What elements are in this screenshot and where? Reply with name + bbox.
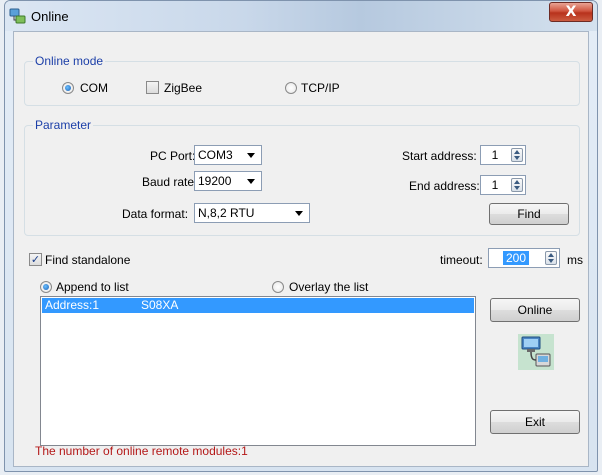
- list-item-address: Address:1: [45, 298, 100, 312]
- find-button[interactable]: Find: [489, 203, 569, 225]
- com-radio-label: COM: [80, 81, 108, 95]
- timeout-spinner[interactable]: 200: [488, 248, 560, 268]
- data-format-value: N,8,2 RTU: [198, 206, 255, 220]
- baud-rate-label: Baud rate:: [142, 175, 198, 189]
- dialog-body: Online mode COM ZigBee TCP/IP Parameter …: [13, 31, 589, 467]
- baud-rate-value: 19200: [198, 174, 232, 188]
- window-title: Online: [31, 9, 69, 24]
- tcpip-radio-label: TCP/IP: [301, 81, 340, 95]
- title-bar[interactable]: Online X: [5, 1, 597, 31]
- append-to-list-label: Append to list: [56, 280, 129, 294]
- pc-port-value: COM3: [198, 148, 233, 162]
- spin-arrows-icon[interactable]: [511, 178, 523, 192]
- chevron-down-icon: [295, 211, 303, 216]
- exit-button[interactable]: Exit: [490, 410, 580, 434]
- close-button[interactable]: X: [549, 2, 593, 22]
- data-format-label: Data format:: [122, 207, 189, 221]
- data-format-select[interactable]: N,8,2 RTU: [194, 203, 310, 223]
- timeout-value: 200: [502, 251, 530, 265]
- tcpip-radio[interactable]: [285, 82, 297, 94]
- find-standalone-label: Find standalone: [45, 253, 131, 267]
- start-address-spinner[interactable]: 1: [480, 145, 526, 165]
- append-to-list-radio[interactable]: [40, 281, 52, 293]
- overlay-list-radio[interactable]: [272, 281, 284, 293]
- pc-port-label: PC Port:: [150, 149, 196, 163]
- spin-arrows-icon[interactable]: [545, 251, 557, 265]
- timeout-unit: ms: [567, 253, 583, 267]
- zigbee-checkbox-label: ZigBee: [164, 81, 203, 95]
- chevron-down-icon: [247, 153, 255, 158]
- end-address-value: 1: [491, 178, 499, 192]
- online-button[interactable]: Online: [490, 298, 580, 322]
- zigbee-checkbox[interactable]: [146, 81, 159, 94]
- list-item[interactable]: Address:1 S08XA: [42, 298, 474, 313]
- pc-port-select[interactable]: COM3: [194, 145, 262, 165]
- end-address-spinner[interactable]: 1: [480, 175, 526, 195]
- module-list[interactable]: Address:1 S08XA: [40, 296, 476, 446]
- find-standalone-checkbox[interactable]: ✓: [29, 253, 42, 266]
- list-item-model: S08XA: [141, 298, 179, 312]
- online-mode-group: Online mode: [24, 54, 580, 106]
- baud-rate-select[interactable]: 19200: [194, 171, 262, 191]
- chevron-down-icon: [247, 179, 255, 184]
- online-dialog: Online X Online mode COM ZigBee TCP/IP P…: [4, 0, 598, 472]
- parameter-legend: Parameter: [35, 118, 92, 132]
- network-computers-icon: [518, 334, 554, 370]
- overlay-list-label: Overlay the list: [289, 280, 369, 294]
- spin-arrows-icon[interactable]: [511, 148, 523, 162]
- start-address-value: 1: [491, 148, 499, 162]
- timeout-label: timeout:: [440, 253, 483, 267]
- online-count-status: The number of online remote modules:1: [35, 444, 248, 458]
- start-address-label: Start address:: [402, 149, 477, 163]
- end-address-label: End address:: [409, 179, 480, 193]
- com-radio[interactable]: [62, 82, 74, 94]
- online-mode-legend: Online mode: [35, 54, 104, 68]
- network-app-icon: [9, 8, 26, 24]
